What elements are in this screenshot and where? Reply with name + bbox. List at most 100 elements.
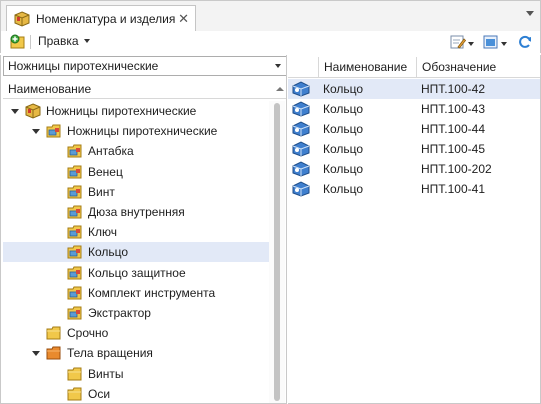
tree-node-label: Винт xyxy=(88,184,115,199)
assembly-folder-icon xyxy=(67,286,82,300)
tree-node[interactable]: Комплект инструмента xyxy=(3,283,269,303)
tree-node-label: Комплект инструмента xyxy=(88,285,216,300)
tree-node[interactable]: Винт xyxy=(3,182,269,202)
table-row[interactable]: Кольцо НПТ.100-43 xyxy=(288,99,540,119)
close-icon[interactable]: ✕ xyxy=(178,11,189,27)
tree-column-header-label: Наименование xyxy=(8,82,92,96)
chevron-down-icon[interactable] xyxy=(501,42,507,46)
tree-node-label: Винты xyxy=(88,366,124,381)
tab-list-dropdown-icon[interactable] xyxy=(526,11,534,16)
part-icon xyxy=(292,121,310,137)
folder-icon xyxy=(46,326,61,340)
tree-node[interactable]: Ножницы пиротехнические xyxy=(3,121,269,141)
items-pane: Наименование Обозначение Кольцо НПТ.100-4… xyxy=(288,55,541,404)
main-toolbar: Правка xyxy=(0,31,541,53)
cell-name: Кольцо xyxy=(323,122,364,136)
tree-node-label: Срочно xyxy=(67,326,109,341)
orange-folder-icon xyxy=(46,346,61,360)
column-header-designation[interactable]: Обозначение xyxy=(416,57,540,78)
tree-node-label: Дюза внутренняя xyxy=(88,205,185,219)
view-settings-icon[interactable] xyxy=(483,34,499,50)
tree-node-label: Ножницы пиротехнические xyxy=(46,104,197,118)
part-icon xyxy=(292,161,310,177)
product-box-icon xyxy=(25,103,41,119)
tree-node-label: Антабка xyxy=(88,144,134,159)
cell-name: Кольцо xyxy=(323,142,364,156)
tree-node[interactable]: Ножницы пиротехнические xyxy=(3,101,269,121)
chevron-down-icon xyxy=(83,39,90,43)
nomenclature-tree: Ножницы пиротехнические Ножницы пиротехни… xyxy=(3,101,269,403)
assembly-folder-icon xyxy=(67,144,82,158)
tree-node[interactable]: Винты xyxy=(3,364,269,384)
tree-node-label: Ножницы пиротехнические xyxy=(67,124,218,139)
assembly-folder-icon xyxy=(46,124,61,138)
expand-arrow-icon[interactable] xyxy=(32,128,40,134)
assembly-folder-icon xyxy=(67,266,82,280)
tree-node[interactable]: Дюза внутренняя xyxy=(3,202,269,222)
assembly-folder-icon xyxy=(67,165,82,179)
table-row[interactable]: Кольцо НПТ.100-41 xyxy=(288,179,540,199)
folder-icon xyxy=(67,387,82,401)
tab-title: Номенклатура и изделия xyxy=(36,12,176,26)
assembly-folder-icon xyxy=(67,306,82,320)
document-tabstrip: Номенклатура и изделия ✕ xyxy=(0,0,541,32)
tree-column-header[interactable]: Наименование xyxy=(3,79,286,99)
cell-designation: НПТ.100-41 xyxy=(421,182,485,196)
tree-node[interactable]: Тела вращения xyxy=(3,343,269,363)
tree-scrollbar[interactable] xyxy=(269,101,285,403)
edit-properties-icon[interactable] xyxy=(450,34,466,50)
tree-node-label: Ключ xyxy=(88,225,117,240)
chevron-down-icon xyxy=(275,64,281,68)
tree-node[interactable]: Ключ xyxy=(3,222,269,242)
items-grid-header: Наименование Обозначение xyxy=(288,57,540,78)
table-row[interactable]: Кольцо НПТ.100-45 xyxy=(288,139,540,159)
tree-node-label: Оси xyxy=(88,386,111,401)
tree-node[interactable]: Экстрактор xyxy=(3,303,269,323)
toolbar-separator xyxy=(30,35,31,49)
cell-name: Кольцо xyxy=(323,102,364,116)
chevron-down-icon[interactable] xyxy=(468,42,474,46)
cell-designation: НПТ.100-45 xyxy=(421,142,485,156)
cell-name: Кольцо xyxy=(323,82,364,96)
tree-node-label: Тела вращения xyxy=(67,346,153,361)
expand-arrow-icon[interactable] xyxy=(32,350,40,356)
refresh-icon[interactable] xyxy=(517,34,533,50)
expand-arrow-icon[interactable] xyxy=(11,108,19,114)
cell-name: Кольцо xyxy=(323,182,364,196)
tree-node[interactable]: Венец xyxy=(3,162,269,182)
cell-designation: НПТ.100-42 xyxy=(421,82,485,96)
cell-designation: НПТ.100-44 xyxy=(421,122,485,136)
edit-menu-button[interactable]: Правка xyxy=(38,34,90,48)
table-row[interactable]: Кольцо НПТ.100-44 xyxy=(288,119,540,139)
table-row[interactable]: Кольцо НПТ.100-202 xyxy=(288,159,540,179)
tab-nomenclature[interactable]: Номенклатура и изделия ✕ xyxy=(6,5,196,32)
edit-menu-label: Правка xyxy=(38,34,79,48)
folder-icon xyxy=(67,367,82,381)
root-selector-value: Ножницы пиротехнические xyxy=(8,59,159,73)
part-icon xyxy=(292,181,310,197)
root-selector-dropdown[interactable]: Ножницы пиротехнические xyxy=(3,56,286,76)
part-icon xyxy=(292,101,310,117)
assembly-folder-icon xyxy=(67,225,82,239)
scrollbar-thumb[interactable] xyxy=(274,103,280,401)
column-header-name[interactable]: Наименование xyxy=(318,57,416,78)
scroll-up-icon[interactable] xyxy=(276,87,284,91)
cell-name: Кольцо xyxy=(323,162,364,176)
part-icon xyxy=(292,141,310,157)
tree-node[interactable]: Антабка xyxy=(3,141,269,161)
cell-designation: НПТ.100-202 xyxy=(421,162,492,176)
assembly-folder-icon xyxy=(67,245,82,259)
product-box-icon xyxy=(14,11,30,27)
tree-node-label: Экстрактор xyxy=(88,306,151,320)
tree-node[interactable]: Кольцо xyxy=(3,242,269,263)
assembly-folder-icon xyxy=(67,205,82,219)
table-row[interactable]: Кольцо НПТ.100-42 xyxy=(288,79,540,99)
structure-pane: Ножницы пиротехнические Наименование Нож… xyxy=(0,55,287,404)
assembly-folder-icon xyxy=(67,185,82,199)
tree-node[interactable]: Оси xyxy=(3,384,269,403)
tree-node-label: Кольцо защитное xyxy=(88,265,186,280)
tree-node[interactable]: Кольцо защитное xyxy=(3,263,269,283)
tree-node[interactable]: Срочно xyxy=(3,323,269,343)
add-item-icon[interactable] xyxy=(10,34,26,50)
cell-designation: НПТ.100-43 xyxy=(421,102,485,116)
